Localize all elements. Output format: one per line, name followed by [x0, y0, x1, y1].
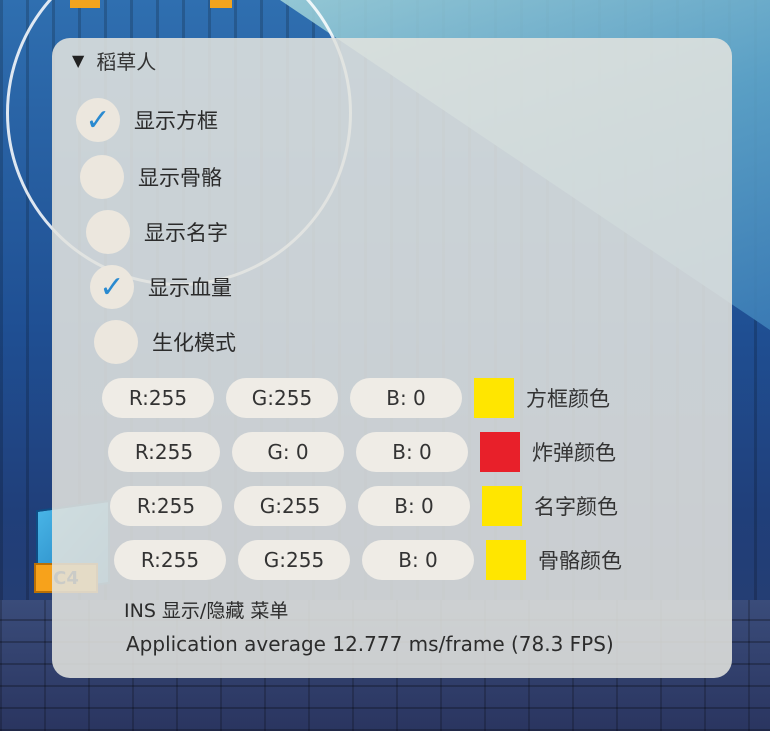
checkbox-label: 显示名字 — [144, 221, 228, 245]
blue-input[interactable]: B: 0 — [356, 432, 468, 472]
color-swatch[interactable] — [474, 378, 514, 418]
checkbox-show-health[interactable]: ✓ — [90, 265, 134, 309]
checkbox-label: 显示骨骼 — [138, 166, 222, 190]
color-swatch[interactable] — [486, 540, 526, 580]
color-row-name: R:255 G:255 B: 0 名字颜色 — [110, 486, 618, 526]
fps-counter: Application average 12.777 ms/frame (78.… — [126, 632, 614, 656]
red-input[interactable]: R:255 — [102, 378, 214, 418]
hotkey-hint: INS 显示/隐藏 菜单 — [124, 600, 289, 622]
red-input[interactable]: R:255 — [108, 432, 220, 472]
checkbox-label: 显示方框 — [134, 109, 218, 133]
checkbox-row-show-skeleton[interactable]: 显示骨骼 — [80, 155, 222, 199]
red-input[interactable]: R:255 — [110, 486, 222, 526]
green-input[interactable]: G:255 — [238, 540, 350, 580]
checkbox-label: 生化模式 — [152, 331, 236, 355]
checkbox-row-show-box[interactable]: ✓ 显示方框 — [76, 98, 218, 142]
menu-header[interactable]: ▼ 稻草人 — [72, 46, 156, 75]
blue-input[interactable]: B: 0 — [350, 378, 462, 418]
blue-input[interactable]: B: 0 — [362, 540, 474, 580]
color-row-bomb: R:255 G: 0 B: 0 炸弹颜色 — [108, 432, 616, 472]
color-row-box: R:255 G:255 B: 0 方框颜色 — [102, 378, 610, 418]
checkbox-show-skeleton[interactable] — [80, 155, 124, 199]
color-swatch[interactable] — [482, 486, 522, 526]
color-swatch[interactable] — [480, 432, 520, 472]
red-input[interactable]: R:255 — [114, 540, 226, 580]
menu-title: 稻草人 — [96, 50, 157, 74]
color-label: 骨骼颜色 — [538, 549, 622, 573]
checkbox-row-zombie-mode[interactable]: 生化模式 — [94, 320, 236, 364]
color-label: 炸弹颜色 — [532, 441, 616, 465]
cheat-menu-panel: ▼ 稻草人 ✓ 显示方框 显示骨骼 显示名字 ✓ 显示血量 生化模式 R:255… — [52, 38, 732, 678]
blue-input[interactable]: B: 0 — [358, 486, 470, 526]
collapse-triangle-icon[interactable]: ▼ — [72, 51, 84, 70]
green-input[interactable]: G:255 — [234, 486, 346, 526]
green-input[interactable]: G: 0 — [232, 432, 344, 472]
green-input[interactable]: G:255 — [226, 378, 338, 418]
checkbox-zombie-mode[interactable] — [94, 320, 138, 364]
color-label: 名字颜色 — [534, 495, 618, 519]
color-row-skeleton: R:255 G:255 B: 0 骨骼颜色 — [114, 540, 622, 580]
checkbox-show-box[interactable]: ✓ — [76, 98, 120, 142]
color-label: 方框颜色 — [526, 387, 610, 411]
checkbox-row-show-name[interactable]: 显示名字 — [86, 210, 228, 254]
checkbox-label: 显示血量 — [148, 276, 232, 300]
checkbox-show-name[interactable] — [86, 210, 130, 254]
checkbox-row-show-health[interactable]: ✓ 显示血量 — [90, 265, 232, 309]
